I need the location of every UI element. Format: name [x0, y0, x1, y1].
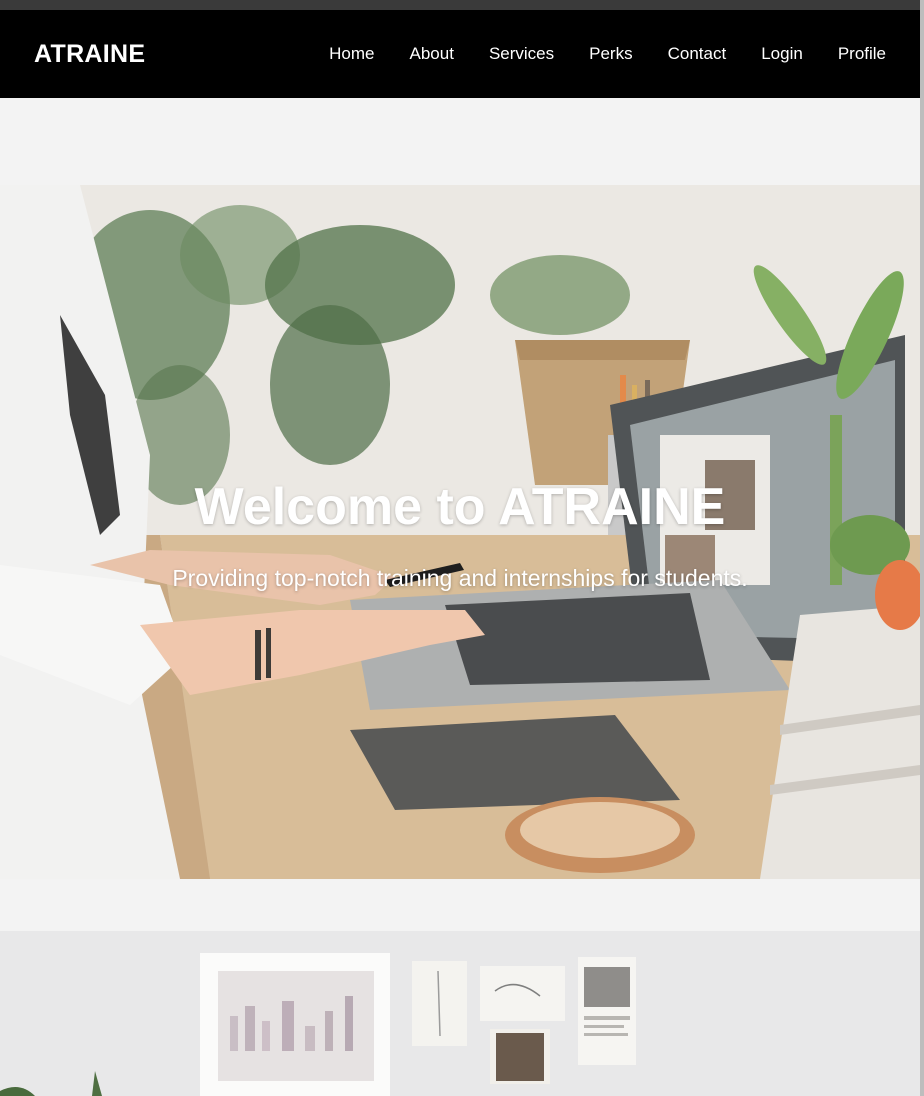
hero-subtitle: Providing top-notch training and interns… [172, 565, 748, 591]
second-section-image [0, 931, 920, 1096]
hero-title: Welcome to ATRAINE [194, 478, 726, 536]
nav-links: Home About Services Perks Contact Login … [329, 44, 886, 64]
nav-link-perks[interactable]: Perks [589, 44, 632, 64]
nav-link-about[interactable]: About [410, 44, 454, 64]
wall-art-image [0, 931, 920, 1096]
nav-link-services[interactable]: Services [489, 44, 554, 64]
nav-link-profile[interactable]: Profile [838, 44, 886, 64]
page-right-border [920, 0, 924, 1096]
brand-logo[interactable]: ATRAINE [34, 40, 145, 69]
navbar: ATRAINE Home About Services Perks Contac… [0, 10, 920, 98]
nav-link-contact[interactable]: Contact [668, 44, 727, 64]
hero-banner: Welcome to ATRAINE Providing top-notch t… [0, 185, 920, 879]
nav-link-login[interactable]: Login [761, 44, 803, 64]
nav-link-home[interactable]: Home [329, 44, 374, 64]
browser-top-strip [0, 0, 924, 10]
